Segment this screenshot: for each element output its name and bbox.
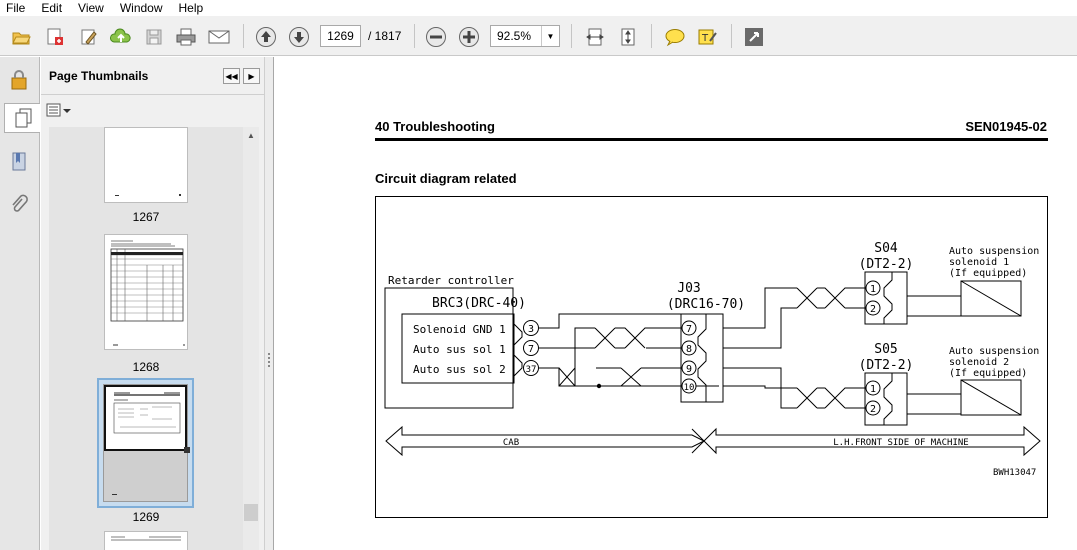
save-icon[interactable] — [141, 24, 167, 50]
scroll-up-icon[interactable]: ▲ — [243, 127, 259, 143]
controller-pin-number: 7 — [528, 344, 534, 355]
figure-code: BWH13047 — [993, 468, 1036, 478]
thumbnail-scrollbar[interactable]: ▲ — [243, 127, 259, 550]
bookmark-icon[interactable] — [4, 147, 34, 177]
splitter-grip-icon[interactable] — [268, 353, 270, 367]
edit-icon[interactable] — [76, 24, 102, 50]
solenoid-1-label: Auto suspension — [949, 246, 1039, 257]
j03-pin-number: 8 — [686, 344, 692, 355]
controller-pin-name: Auto sus sol 1 — [413, 343, 506, 356]
s05-connector-label: (DT2-2) — [859, 358, 914, 373]
document-view: 40 Troubleshooting SEN01945-02 Circuit d… — [273, 57, 1077, 550]
thumbnail-label: 1268 — [132, 360, 160, 374]
zoom-select[interactable]: 92.5% ▼ — [490, 25, 560, 47]
thumbnail-label: 1269 — [132, 510, 160, 524]
menu-file[interactable]: File — [0, 0, 33, 16]
toolbar: 1269 / 1817 92.5% ▼ T — [0, 16, 1077, 56]
s04-pin-number: 1 — [870, 284, 876, 295]
toolbar-separator — [731, 24, 732, 48]
menu-bar: File Edit View Window Help — [0, 0, 1077, 16]
menu-edit[interactable]: Edit — [33, 0, 70, 16]
s05-pin-number: 1 — [870, 384, 876, 395]
fit-page-icon[interactable] — [615, 24, 641, 50]
header-rule — [375, 138, 1048, 141]
toolbar-separator — [414, 24, 415, 48]
page-count: / 1817 — [368, 29, 402, 43]
zone-right-label: L.H.FRONT SIDE OF MACHINE — [833, 438, 968, 448]
menu-view[interactable]: View — [70, 0, 112, 16]
solenoid-2-label: solenoid 2 — [949, 357, 1009, 368]
close-panel-icon[interactable]: ▶ — [243, 68, 260, 84]
zoom-value: 92.5% — [497, 29, 532, 43]
thumbnail-list: 1267 1268 1269 — [49, 127, 247, 550]
page-number-input[interactable]: 1269 — [320, 25, 361, 47]
open-icon[interactable] — [8, 24, 34, 50]
s05-pin-number: 2 — [870, 404, 876, 415]
zoom-in-icon[interactable] — [456, 24, 482, 50]
thumbnail-page[interactable] — [104, 127, 188, 203]
toolbar-separator — [651, 24, 652, 48]
j03-pin-number: 10 — [684, 383, 695, 393]
j03-pin-number: 7 — [686, 324, 692, 335]
s05-label: S05 — [874, 342, 897, 357]
controller-pin-name: Solenoid GND 1 — [413, 323, 506, 336]
thumbnail-page[interactable] — [104, 234, 188, 350]
attachment-icon[interactable] — [4, 189, 34, 219]
solenoid-2-label: (If equipped) — [949, 368, 1027, 379]
j03-label: J03 — [677, 281, 700, 296]
options-icon — [46, 103, 71, 117]
thumbnail-selected[interactable] — [97, 378, 194, 508]
solenoid-2-label: Auto suspension — [949, 346, 1039, 357]
expand-icon[interactable] — [741, 24, 767, 50]
create-pdf-icon[interactable] — [42, 24, 68, 50]
page-thumbnails-icon[interactable] — [4, 103, 40, 133]
zoom-out-icon[interactable] — [423, 24, 449, 50]
cab-arrow — [385, 425, 706, 457]
thumbnail-page[interactable] — [104, 531, 188, 550]
circuit-diagram: Retarder controller BRC3(DRC-40) Solenoi… — [375, 196, 1048, 518]
section-heading: 40 Troubleshooting — [375, 119, 495, 134]
section-subtitle: Circuit diagram related — [375, 171, 517, 186]
navigation-pane — [0, 57, 40, 550]
thumbnail-label: 1267 — [132, 210, 160, 224]
s04-connector-label: (DT2-2) — [859, 257, 914, 272]
scrollbar-thumb[interactable] — [244, 504, 258, 521]
email-icon[interactable] — [206, 24, 232, 50]
svg-text:T: T — [701, 33, 709, 44]
menu-window[interactable]: Window — [112, 0, 171, 16]
fit-width-icon[interactable] — [582, 24, 608, 50]
solenoid-1-label: solenoid 1 — [949, 257, 1009, 268]
panel-title: Page Thumbnails — [49, 69, 149, 83]
options-menu[interactable] — [46, 102, 74, 120]
controller-connector: BRC3(DRC-40) — [432, 296, 526, 311]
upload-icon[interactable] — [108, 24, 134, 50]
thumbnails-header: Page Thumbnails ◀◀ ▶ — [41, 57, 264, 95]
s04-pin-number: 2 — [870, 304, 876, 315]
print-icon[interactable] — [173, 24, 199, 50]
highlight-icon[interactable]: T — [694, 24, 720, 50]
controller-pin-name: Auto sus sol 2 — [413, 363, 506, 376]
thumbnails-panel: Page Thumbnails ◀◀ ▶ 1267 1268 1269 ▲ — [41, 57, 264, 550]
s04-label: S04 — [874, 241, 898, 256]
comment-icon[interactable] — [662, 24, 688, 50]
zone-left-label: CAB — [503, 438, 519, 448]
menu-help[interactable]: Help — [171, 0, 212, 16]
toolbar-separator — [571, 24, 572, 48]
lock-icon[interactable] — [4, 65, 34, 95]
toolbar-separator — [243, 24, 244, 48]
controller-pin-number: 37 — [526, 365, 537, 375]
j03-connector-label: (DRC16-70) — [667, 297, 745, 312]
controller-label: Retarder controller — [388, 274, 514, 287]
chevron-down-icon[interactable]: ▼ — [541, 26, 559, 46]
next-page-icon[interactable] — [286, 24, 312, 50]
collapse-panel-icon[interactable]: ◀◀ — [223, 68, 240, 84]
solenoid-1-label: (If equipped) — [949, 268, 1027, 279]
controller-pin-number: 3 — [528, 324, 534, 335]
document-code: SEN01945-02 — [965, 119, 1047, 134]
j03-pin-number: 9 — [686, 364, 692, 375]
previous-page-icon[interactable] — [253, 24, 279, 50]
panel-splitter[interactable] — [264, 57, 273, 550]
